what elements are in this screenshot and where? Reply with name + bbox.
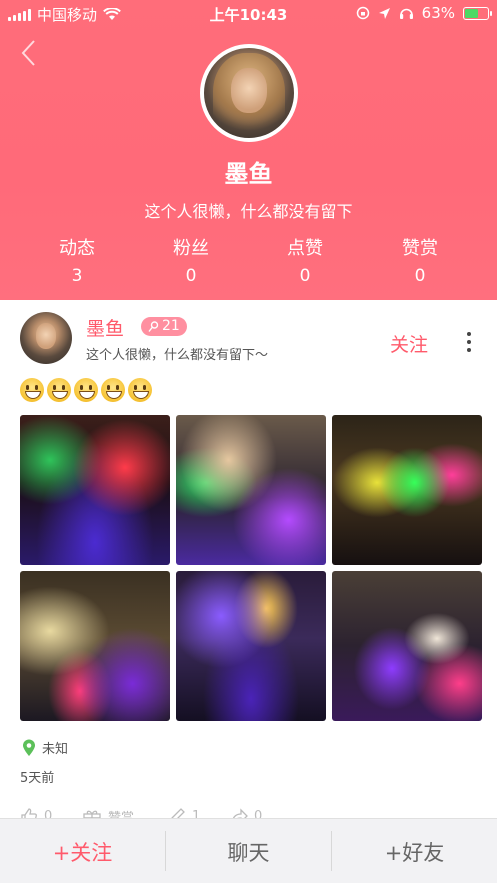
post-author-bio: 这个人很懒，什么都没有留下～ (86, 348, 269, 363)
post-time: 5天前 (20, 771, 55, 786)
grinning-emoji-icon (47, 378, 71, 402)
grinning-emoji-icon (20, 378, 44, 402)
profile-name: 墨鱼 (224, 160, 273, 188)
post-author-name[interactable]: 墨鱼 (86, 314, 124, 341)
key-icon (148, 320, 159, 332)
level-value: 21 (162, 318, 180, 334)
grinning-emoji-icon (101, 378, 125, 402)
post-text-emojis (20, 378, 152, 402)
photo-thumbnail[interactable] (332, 415, 482, 565)
level-badge: 21 (141, 317, 187, 336)
photo-thumbnail[interactable] (20, 415, 170, 565)
profile-stats: 动态 3 粉丝 0 点赞 0 赞赏 0 (0, 234, 497, 290)
photo-thumbnail[interactable] (176, 415, 326, 565)
location-arrow-icon (378, 7, 390, 19)
grinning-emoji-icon (128, 378, 152, 402)
stat-value: 0 (185, 266, 197, 286)
grinning-emoji-icon (74, 378, 98, 402)
add-friend-button[interactable]: +好友 (332, 819, 497, 883)
stat-value: 3 (71, 266, 83, 286)
chat-button[interactable]: 聊天 (166, 819, 331, 883)
location-pin-icon (23, 739, 35, 756)
back-button[interactable] (14, 38, 44, 68)
stat-label: 粉丝 (173, 238, 209, 259)
post-card: 墨鱼 21 这个人很懒，什么都没有留下～ 关注 未知 5天前 0 赞赏 1 0 (0, 300, 497, 821)
post-location[interactable]: 未知 (22, 738, 68, 757)
profile-bio: 这个人很懒，什么都没有留下 (144, 202, 353, 221)
status-bar: 中国移动 上午10:43 63% (0, 0, 497, 26)
photo-thumbnail[interactable] (20, 571, 170, 721)
photo-thumbnail[interactable] (176, 571, 326, 721)
bottom-action-bar: +关注 聊天 +好友 (0, 818, 497, 883)
stat-posts[interactable]: 动态 3 (27, 234, 127, 286)
stat-value: 0 (414, 266, 426, 286)
follow-button[interactable]: 关注 (390, 330, 428, 357)
profile-avatar[interactable] (200, 44, 298, 142)
headphones-icon (399, 8, 413, 19)
battery-icon (463, 6, 492, 20)
stat-rewards[interactable]: 赞赏 0 (370, 234, 470, 286)
photo-thumbnail[interactable] (332, 571, 482, 721)
photo-grid (20, 415, 482, 721)
battery-percent: 63% (421, 4, 455, 22)
stat-label: 动态 (59, 238, 95, 259)
follow-bottom-button[interactable]: +关注 (0, 819, 165, 883)
location-label: 未知 (42, 742, 69, 757)
stat-fans[interactable]: 粉丝 0 (141, 234, 241, 286)
profile-header: 中国移动 上午10:43 63% 墨鱼 这个人很懒，什么都没有留下 动态 3 粉… (0, 0, 497, 300)
rotation-lock-icon (356, 6, 369, 20)
stat-likes[interactable]: 点赞 0 (255, 234, 355, 286)
post-author-avatar[interactable] (20, 312, 72, 364)
stat-value: 0 (299, 266, 311, 286)
stat-label: 点赞 (287, 238, 323, 259)
more-options-icon[interactable] (463, 332, 475, 356)
stat-label: 赞赏 (402, 238, 438, 259)
